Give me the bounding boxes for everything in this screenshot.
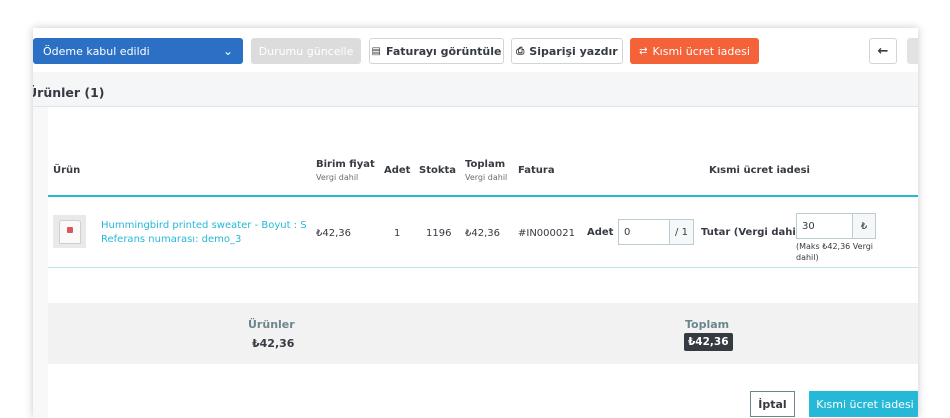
refund-amount-group: ₺ <box>796 213 876 239</box>
row-divider <box>48 267 918 268</box>
products-panel: Ürünler (1) Ürün Birim fiyat Vergi dahil… <box>33 72 918 418</box>
product-name: Hummingbird printed sweater - Boyut : S <box>101 220 307 231</box>
partial-refund-label: Kısmi ücret iadesi <box>652 44 750 58</box>
submit-partial-refund-button[interactable]: Kısmi ücret iadesi <box>809 391 918 417</box>
products-panel-header: Ürünler (1) <box>33 72 918 107</box>
col-product: Ürün <box>53 165 81 176</box>
col-stock: Stokta <box>419 165 457 176</box>
col-partial-refund: Kısmi ücret iadesi <box>709 165 810 176</box>
product-reference: Referans numarası: demo_3 <box>101 234 242 245</box>
products-title: Ürünler (1) <box>33 85 105 100</box>
order-status-select[interactable]: Ödeme kabul edildi ⌄ <box>33 38 243 64</box>
print-order-button[interactable]: ⎙ Siparişi yazdır <box>511 38 623 64</box>
order-status-value: Ödeme kabul edildi <box>43 44 150 58</box>
products-table: Ürün Birim fiyat Vergi dahil Adet Stokta… <box>48 107 918 418</box>
col-qty: Adet <box>384 165 411 176</box>
sweater-image <box>58 219 81 244</box>
cell-total: ₺42,36 <box>465 228 500 239</box>
col-total: Toplam Vergi dahil <box>465 159 507 182</box>
cancel-button[interactable]: İptal <box>750 391 795 417</box>
refund-amount-hint: (Maks ₺42,36 Vergi dahil) <box>796 242 874 262</box>
product-thumbnail <box>53 215 86 248</box>
swap-arrows-icon: ⇄ <box>639 45 648 57</box>
order-card: Ödeme kabul edildi ⌄ Durumu güncelle ▤ F… <box>33 28 918 418</box>
cell-invoice: #IN000021 <box>518 228 575 239</box>
refund-qty-label: Adet <box>587 227 614 238</box>
more-button[interactable] <box>907 38 918 64</box>
product-link[interactable]: Hummingbird printed sweater - Boyut : S … <box>101 219 307 247</box>
printer-icon: ⎙ <box>516 45 525 57</box>
col-total-sub: Vergi dahil <box>465 173 508 182</box>
view-invoice-button[interactable]: ▤ Faturayı görüntüle <box>369 38 504 64</box>
totals-bar: Ürünler ₺42,36 Toplam ₺42,36 <box>48 303 918 364</box>
order-toolbar: Ödeme kabul edildi ⌄ Durumu güncelle ▤ F… <box>33 28 918 72</box>
view-invoice-label: Faturayı görüntüle <box>385 44 502 58</box>
refund-amount-label: Tutar (Vergi dahil) <box>701 227 804 238</box>
partial-refund-button[interactable]: ⇄ Kısmi ücret iadesi <box>630 38 759 64</box>
back-arrow-icon[interactable]: ← <box>869 38 897 64</box>
cell-unit-price: ₺42,36 <box>316 228 351 239</box>
chevron-down-icon: ⌄ <box>222 44 233 58</box>
products-total-value: ₺42,36 <box>252 337 295 350</box>
refund-qty-group: / 1 <box>618 219 694 245</box>
cell-qty: 1 <box>394 228 401 239</box>
col-total-label: Toplam <box>465 159 506 170</box>
col-unit-price: Birim fiyat Vergi dahil <box>316 159 375 182</box>
refund-qty-input[interactable] <box>619 220 669 244</box>
currency-icon: ₺ <box>852 214 875 238</box>
grand-total-badge: ₺42,36 <box>684 333 733 351</box>
products-total-label: Ürünler <box>248 318 295 331</box>
update-status-button[interactable]: Durumu güncelle <box>251 38 361 64</box>
col-invoice: Fatura <box>518 165 555 176</box>
refund-amount-input[interactable] <box>797 214 852 238</box>
refund-qty-max: / 1 <box>669 220 693 244</box>
col-unit-price-label: Birim fiyat <box>316 159 375 170</box>
table-header-divider <box>48 195 918 197</box>
col-unit-price-sub: Vergi dahil <box>316 173 359 182</box>
grand-total-label: Toplam <box>685 318 730 331</box>
print-order-label: Siparişi yazdır <box>529 44 618 58</box>
document-icon: ▤ <box>371 45 381 57</box>
cell-stock: 1196 <box>426 228 452 239</box>
